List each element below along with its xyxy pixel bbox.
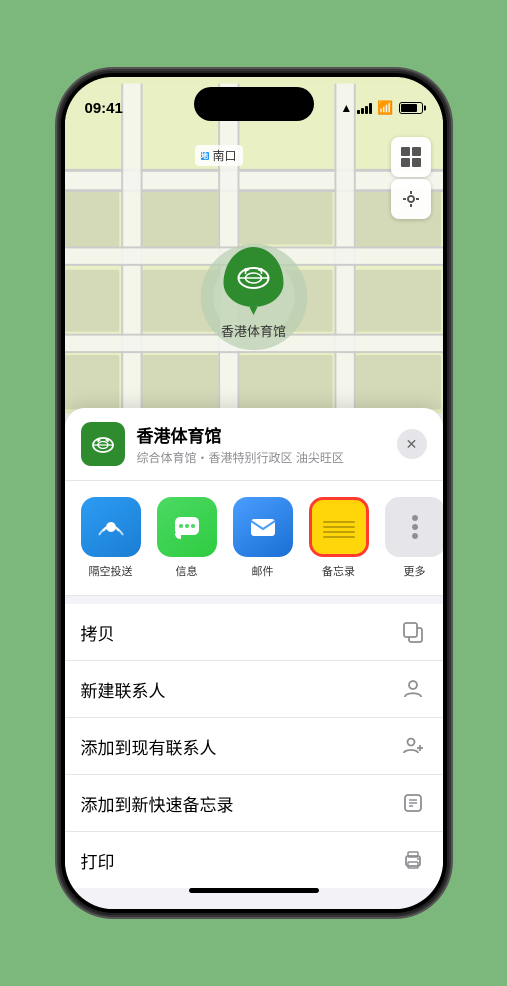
action-copy-label: 拷贝 xyxy=(81,620,115,645)
notes-label: 备忘录 xyxy=(322,563,355,579)
airdrop-icon xyxy=(81,497,141,557)
phone-screen: 09:41 ▲ 📶 xyxy=(65,77,443,909)
location-arrow-icon: ▲ xyxy=(340,101,352,115)
action-print-label: 打印 xyxy=(81,848,115,873)
bottom-sheet: 香港体育馆 综合体育馆・香港特别行政区 油尖旺区 ✕ 隔空投送 xyxy=(65,408,443,909)
action-new-contact[interactable]: 新建联系人 xyxy=(65,661,443,718)
wifi-icon: 📶 xyxy=(377,100,393,116)
battery-icon xyxy=(399,102,423,114)
status-icons: ▲ 📶 xyxy=(340,100,422,116)
notes-icon xyxy=(309,497,369,557)
signal-bar-1 xyxy=(357,110,360,114)
home-indicator xyxy=(189,888,319,893)
map-location-label: 地 南口 xyxy=(195,145,243,166)
action-add-existing-contact[interactable]: 添加到现有联系人 xyxy=(65,718,443,775)
share-item-more[interactable]: 更多 xyxy=(385,497,443,579)
share-row: 隔空投送 信息 xyxy=(65,481,443,596)
map-label-dot: 地 xyxy=(201,152,209,160)
close-button[interactable]: ✕ xyxy=(397,429,427,459)
quick-note-icon xyxy=(399,789,427,817)
status-time: 09:41 xyxy=(85,100,123,117)
mail-label: 邮件 xyxy=(252,563,274,579)
map-label-text: 南口 xyxy=(213,147,237,164)
action-copy[interactable]: 拷贝 xyxy=(65,604,443,661)
stadium-map-label: 香港体育馆 xyxy=(221,321,286,340)
map-buttons xyxy=(391,137,431,219)
action-print[interactable]: 打印 xyxy=(65,832,443,888)
signal-bar-2 xyxy=(361,108,364,114)
share-item-notes[interactable]: 备忘录 xyxy=(309,497,369,579)
stadium-pin xyxy=(223,247,283,307)
action-add-quick-note[interactable]: 添加到新快速备忘录 xyxy=(65,775,443,832)
signal-bar-4 xyxy=(369,103,372,114)
phone-frame: 09:41 ▲ 📶 xyxy=(59,71,449,915)
message-label: 信息 xyxy=(176,563,198,579)
more-icon xyxy=(385,497,443,557)
location-venue-icon xyxy=(81,422,125,466)
airdrop-label: 隔空投送 xyxy=(89,563,133,579)
more-label: 更多 xyxy=(404,563,426,579)
person-icon xyxy=(399,675,427,703)
action-add-quick-note-label: 添加到新快速备忘录 xyxy=(81,791,234,816)
battery-fill xyxy=(401,104,417,112)
message-icon xyxy=(157,497,217,557)
action-list: 拷贝 新建联系人 xyxy=(65,604,443,888)
action-new-contact-label: 新建联系人 xyxy=(81,677,166,702)
location-subtitle: 综合体育馆・香港特别行政区 油尖旺区 xyxy=(137,449,385,466)
person-add-icon xyxy=(399,732,427,760)
signal-bars xyxy=(357,102,372,114)
share-item-mail[interactable]: 邮件 xyxy=(233,497,293,579)
stadium-marker: 香港体育馆 xyxy=(221,247,286,340)
share-item-airdrop[interactable]: 隔空投送 xyxy=(81,497,141,579)
action-add-existing-label: 添加到现有联系人 xyxy=(81,734,217,759)
dynamic-island xyxy=(194,87,314,121)
map-location-button[interactable] xyxy=(391,179,431,219)
location-info: 香港体育馆 综合体育馆・香港特别行政区 油尖旺区 xyxy=(137,422,385,466)
location-name: 香港体育馆 xyxy=(137,422,385,447)
signal-bar-3 xyxy=(365,106,368,114)
map-view-button[interactable] xyxy=(391,137,431,177)
location-card: 香港体育馆 综合体育馆・香港特别行政区 油尖旺区 ✕ xyxy=(65,408,443,481)
print-icon xyxy=(399,846,427,874)
mail-icon xyxy=(233,497,293,557)
copy-icon xyxy=(399,618,427,646)
share-item-message[interactable]: 信息 xyxy=(157,497,217,579)
